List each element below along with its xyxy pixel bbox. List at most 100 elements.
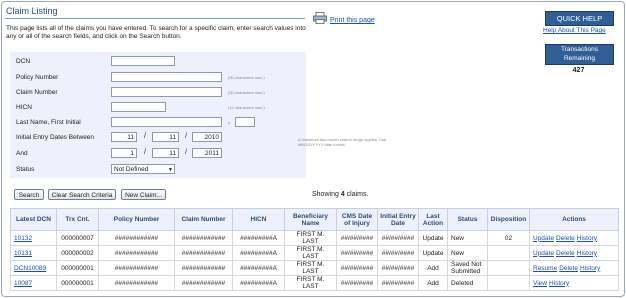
cell-entry: ##/##/#### [377, 275, 419, 291]
policy-label: Policy Number [16, 74, 59, 81]
showing-suffix: claims. [346, 191, 369, 198]
claim-label: Claim Number [16, 89, 58, 96]
policy-number-input[interactable] [111, 72, 222, 82]
cell-name: FIRST M. LAST [284, 245, 337, 261]
cell-policy: ############ [98, 275, 175, 291]
date-slash: / [185, 149, 187, 156]
cell-injury: ##/##/#### [336, 245, 378, 261]
table-row: 10132 000000007 ############ ############ ##… [10, 230, 619, 246]
column-header: Initial Entry Date [377, 208, 419, 231]
new-claim-button[interactable]: New Claim... [121, 189, 166, 200]
cell-hicn: #########A [232, 275, 285, 291]
dcn-link[interactable]: 10087 [14, 280, 32, 287]
hicn-input[interactable] [111, 102, 166, 112]
column-header: Actions [529, 208, 619, 231]
history-link[interactable]: History [580, 265, 600, 272]
from-day-input[interactable]: 11 [152, 132, 179, 142]
cell-action: Update [418, 245, 448, 261]
dcn-link[interactable]: 10131 [14, 250, 32, 257]
dcn-link[interactable]: DCN10089 [14, 265, 46, 272]
page-title: Claim Listing [6, 6, 58, 16]
history-link[interactable]: History [577, 250, 597, 257]
hicn-hint: (12 characters max.) [228, 105, 265, 110]
view-link[interactable]: View [533, 280, 547, 287]
column-header: Last Action [418, 208, 448, 231]
dcn-link[interactable]: 10132 [14, 235, 32, 242]
results-summary: Showing 4 claims. [312, 191, 368, 198]
table-row: DCN10089 000000001 ############ ###########… [10, 260, 619, 276]
cell-dcn: DCN10089 [10, 260, 57, 276]
update-link[interactable]: Update [533, 235, 554, 242]
cell-disposition: 02 [487, 230, 530, 246]
search-button[interactable]: Search [14, 189, 44, 200]
hicn-label: HICN [16, 104, 32, 111]
cell-claim: ############ [174, 230, 233, 246]
delete-link[interactable]: Delete [556, 250, 575, 257]
from-month-input[interactable]: 11 [111, 132, 137, 142]
column-header: Disposition [487, 208, 530, 231]
table-row: 10087 000000001 ############ ############ ##… [10, 275, 619, 291]
dcn-input[interactable] [111, 56, 175, 66]
results-count: 4 [340, 191, 345, 198]
cell-entry: ##/##/#### [377, 245, 419, 261]
status-label: Status [16, 166, 35, 173]
name-comma: , [228, 118, 230, 125]
chevron-down-icon[interactable]: ▼ [168, 165, 173, 175]
cell-trx: 000000002 [56, 245, 99, 261]
cell-claim: ############ [174, 260, 233, 276]
name-label: Last Name, First Initial [16, 119, 81, 126]
column-header: Trx Cnt. [56, 208, 99, 231]
clear-search-button[interactable]: Clear Search Criteria [48, 189, 116, 200]
history-link[interactable]: History [549, 280, 569, 287]
resume-link[interactable]: Resume [533, 265, 557, 272]
to-year-input[interactable]: 2011 [192, 148, 222, 158]
cell-name: FIRST M. LAST [284, 260, 337, 276]
first-initial-input[interactable] [235, 117, 255, 127]
cell-dcn: 10087 [10, 275, 57, 291]
status-select[interactable]: Not Defined ▼ [111, 164, 175, 174]
update-link[interactable]: Update [533, 250, 554, 257]
and-label: And [16, 150, 28, 157]
printer-icon[interactable] [313, 12, 327, 24]
claim-number-input[interactable] [111, 87, 222, 97]
cell-actions: Resume Delete History [529, 260, 619, 276]
cell-dcn: 10131 [10, 245, 57, 261]
help-about-link[interactable]: Help About This Page [543, 27, 606, 34]
date-slash: / [144, 133, 146, 140]
claims-table: Latest DCN Trx Cnt. Policy Number Claim Num… [10, 208, 619, 291]
column-header: HICN [232, 208, 285, 231]
cell-status: Saved Not Submitted [447, 260, 488, 276]
to-month-input[interactable]: 1 [111, 148, 137, 158]
cell-status: New [447, 230, 488, 246]
cell-name: FIRST M. LAST [284, 230, 337, 246]
status-value: Not Defined [114, 166, 149, 173]
delete-link[interactable]: Delete [556, 235, 575, 242]
date-range-hint: A maximum two-month search range applies… [298, 137, 387, 147]
cell-injury: ##/##/#### [336, 230, 378, 246]
cell-action: Add [418, 260, 448, 276]
cell-entry: ##/##/#### [377, 260, 419, 276]
cell-hicn: #########A [232, 245, 285, 261]
table-body: 10132 000000007 ############ ############ ##… [10, 230, 619, 291]
to-day-input[interactable]: 11 [152, 148, 179, 158]
cell-action: Add [418, 275, 448, 291]
showing-prefix: Showing [312, 191, 339, 198]
cell-injury: ##/##/#### [336, 275, 378, 291]
quick-help-button[interactable]: QUICK HELP [545, 11, 614, 26]
last-name-input[interactable] [111, 117, 222, 127]
date-slash: / [144, 149, 146, 156]
cell-name: FIRST M. LAST [284, 275, 337, 291]
print-link[interactable]: Print this page [330, 17, 375, 24]
cell-disposition [487, 260, 530, 276]
between-label: Initial Entry Dates Between [16, 134, 95, 141]
cell-actions: Update Delete History [529, 245, 619, 261]
search-form: DCN Policy Number (30 characters max.) C… [10, 52, 386, 178]
delete-link[interactable]: Delete [559, 265, 578, 272]
cell-action: Update [418, 230, 448, 246]
cell-disposition [487, 245, 530, 261]
title-divider [5, 18, 305, 19]
from-year-input[interactable]: 2010 [192, 132, 222, 142]
history-link[interactable]: History [577, 235, 597, 242]
cell-claim: ############ [174, 245, 233, 261]
cell-trx: 000000001 [56, 260, 99, 276]
